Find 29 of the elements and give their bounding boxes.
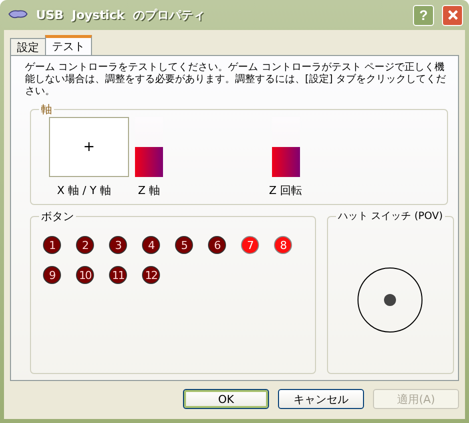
tab[interactable]: テスト	[45, 35, 92, 55]
button-indicator: 6	[208, 236, 226, 254]
button-indicator: 5	[175, 236, 193, 254]
group-title: ハット スイッチ (POV)	[337, 210, 444, 223]
group-title: 軸	[40, 102, 53, 117]
button-indicator: 3	[109, 236, 127, 254]
close-icon	[446, 9, 458, 21]
button-indicator: 12	[142, 266, 160, 284]
button-indicator: 4	[142, 236, 160, 254]
button-indicator: 10	[76, 266, 94, 284]
close-button[interactable]	[442, 4, 463, 26]
pov-indicator-drawing	[357, 267, 424, 333]
axis-label: Z 回転	[269, 183, 302, 198]
axis-label: X 軸 / Y 軸	[57, 183, 111, 198]
button-indicator: 9	[43, 266, 61, 284]
axis-label: Z 軸	[138, 183, 160, 198]
description-text: ゲーム コントローラをテストしてください。ゲーム コントローラがテスト ページで正しく機能しない場合は、調整をする必要があります。調整するには、[設定] タブをクリックしてください。	[25, 62, 447, 98]
button-indicator: 2	[76, 236, 94, 254]
dialog-button[interactable]: OK	[183, 389, 269, 409]
crosshair-marker: +	[83, 139, 95, 155]
button-indicator: 7	[241, 236, 259, 254]
window-title: USB Joystick のプロパティ	[36, 6, 206, 24]
button-indicator: 8	[274, 236, 292, 254]
joystick-icon	[8, 9, 28, 21]
button-indicator: 11	[109, 266, 127, 284]
dialog-button[interactable]: キャンセル	[278, 389, 364, 409]
group-title: ボタン	[40, 209, 75, 224]
tab[interactable]: 設定	[10, 38, 46, 55]
button-indicator: 1	[43, 236, 61, 254]
